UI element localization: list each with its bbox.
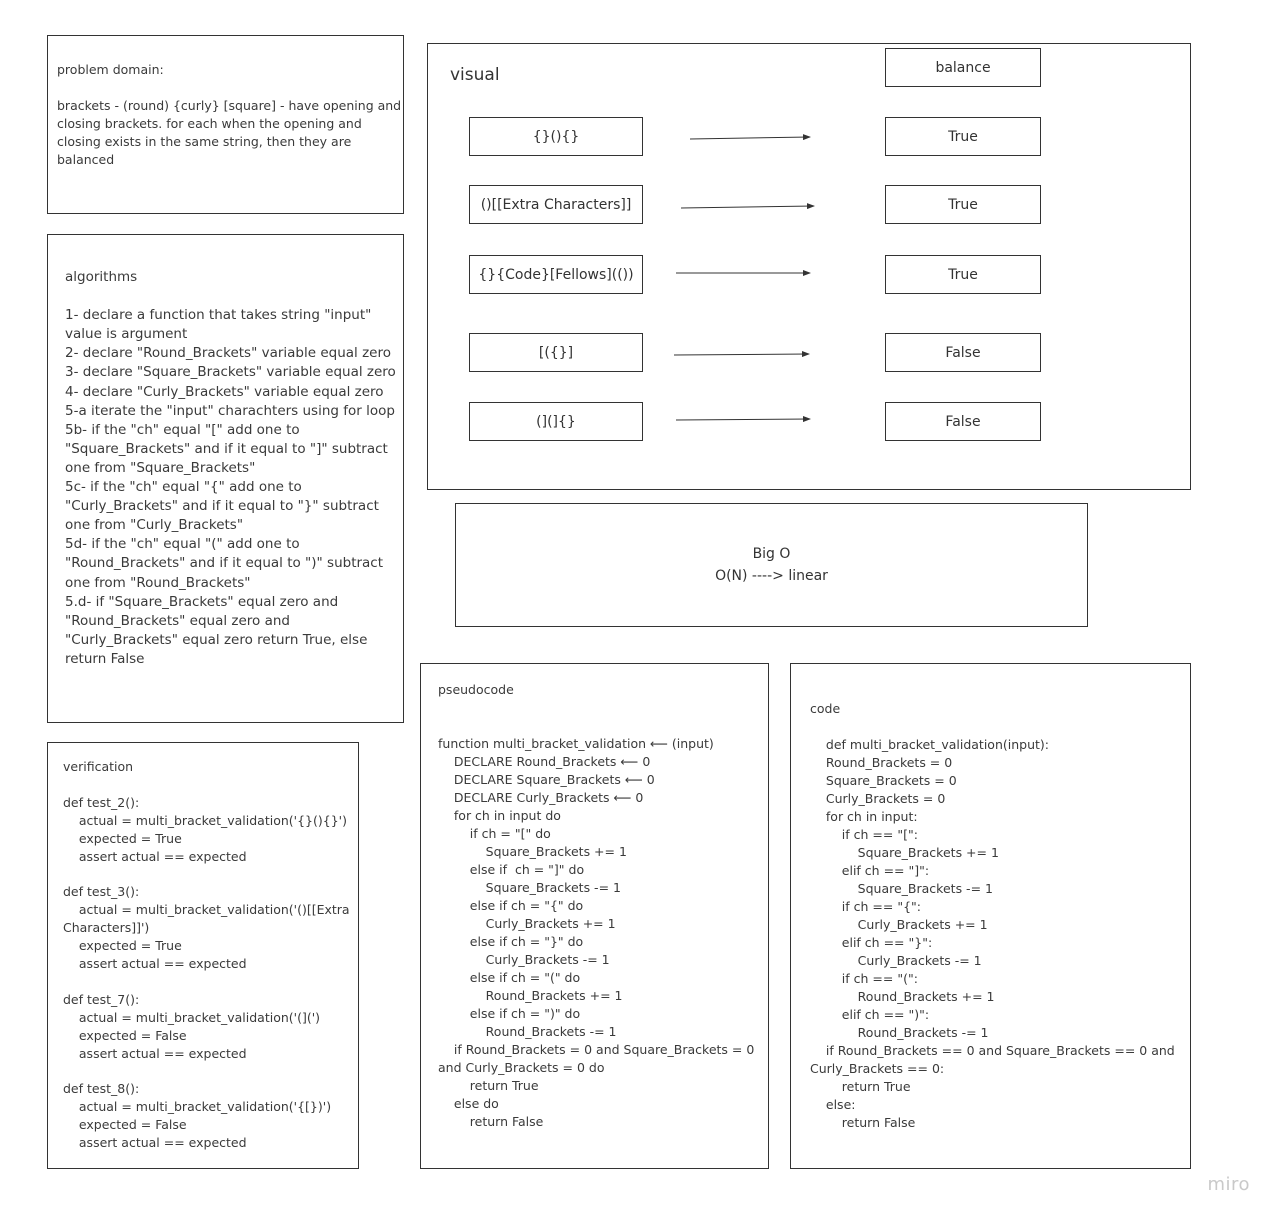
- big-o-title: Big O: [752, 546, 791, 562]
- code-text: code def multi_bracket_validation(input)…: [810, 701, 1175, 1130]
- miro-logo: miro: [1207, 1174, 1250, 1195]
- code-card: code def multi_bracket_validation(input)…: [790, 663, 1191, 1169]
- arrow-connector: [680, 203, 815, 210]
- arrow-connector: [689, 134, 811, 141]
- arrow-connector: [675, 416, 811, 423]
- arrow-connector: [673, 351, 810, 358]
- big-o-card: Big O O(N) ----> linear: [455, 503, 1088, 627]
- pseudocode-text: pseudocode function multi_bracket_valida…: [438, 682, 755, 1129]
- pseudocode-card: pseudocode function multi_bracket_valida…: [420, 663, 769, 1169]
- big-o-value: O(N) ----> linear: [715, 568, 828, 584]
